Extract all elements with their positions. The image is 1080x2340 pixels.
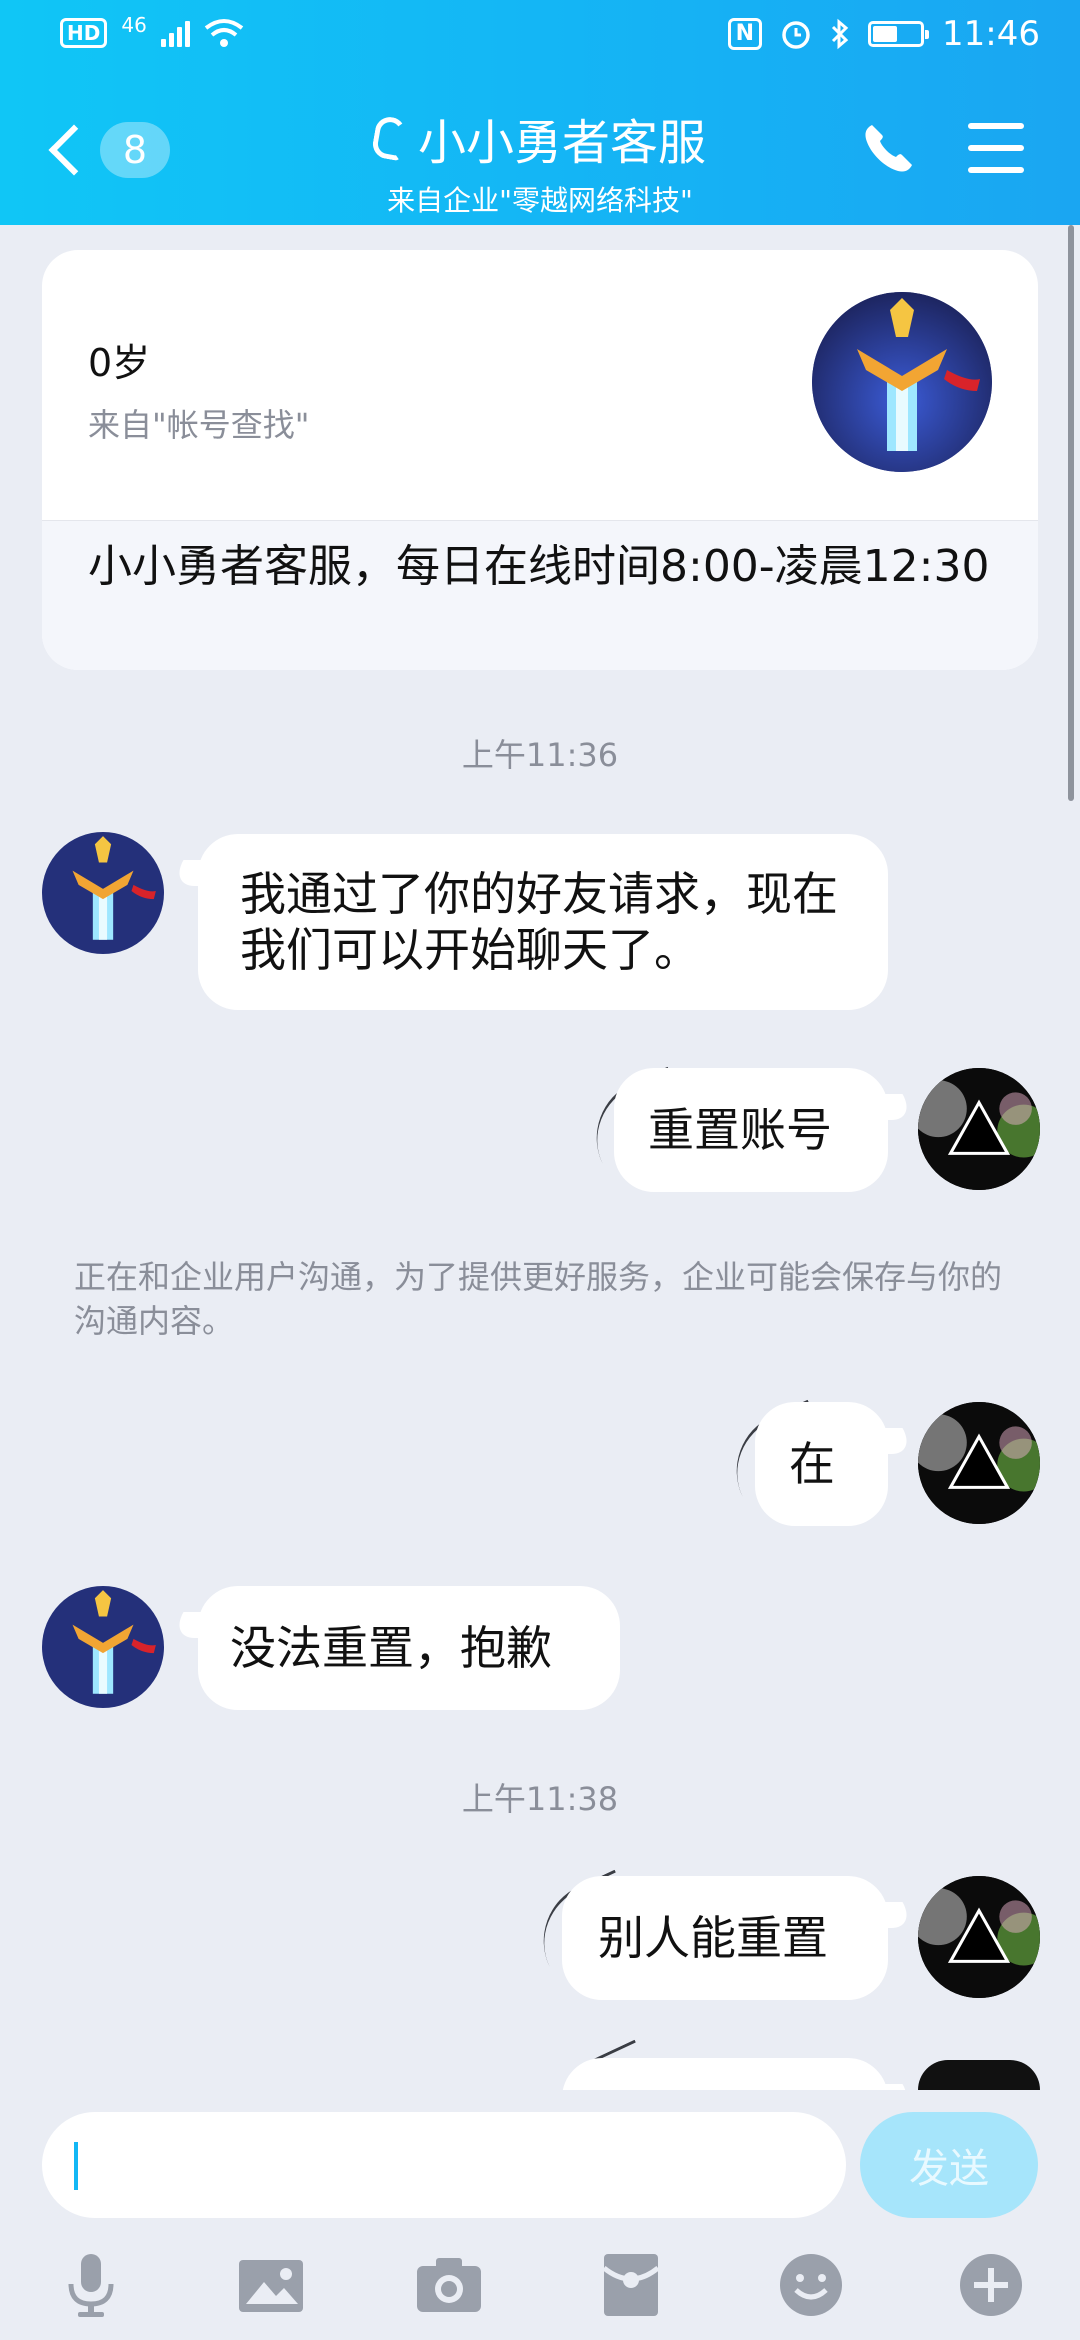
bluetooth-icon (831, 18, 849, 50)
battery-icon (868, 21, 930, 47)
emoji-icon[interactable] (776, 2250, 846, 2320)
red-envelope-icon[interactable] (596, 2250, 666, 2320)
user-avatar[interactable] (918, 1068, 1040, 1190)
profile-age: 0岁 (88, 341, 151, 385)
alarm-icon (782, 21, 810, 49)
earpiece-mode-icon[interactable] (370, 114, 408, 162)
hd-icon: HD (60, 18, 108, 48)
network-type: 46 (121, 13, 147, 37)
nfc-icon: N (727, 18, 763, 50)
camera-icon[interactable] (414, 2250, 484, 2320)
input-area: 发送 (0, 2090, 1080, 2340)
notice-text: 正在和企业用户沟通，为了提供更好服务，企业可能会保存与你的沟通内容。 (74, 1258, 1003, 1340)
signal-icon (160, 19, 190, 47)
contact-name: 小小勇者客服 (417, 115, 706, 171)
wifi-icon (204, 19, 244, 47)
header: HD 46 N 11:46 8 小小勇者客服 来自企业"零越网络科技" (0, 0, 1080, 225)
contact-avatar[interactable] (812, 292, 992, 472)
scrollbar[interactable] (1068, 225, 1074, 801)
nav-bar: 8 小小勇者客服 来自企业"零越网络科技" (0, 75, 1080, 225)
message-bubble-sent[interactable]: 在 (755, 1402, 888, 1526)
timestamp: 上午11:36 (461, 736, 619, 774)
menu-icon[interactable] (968, 123, 1024, 173)
profile-source: 来自"帐号查找" (88, 406, 310, 444)
message-bubble-sent[interactable]: 重置账号 (614, 1068, 888, 1192)
text-cursor (74, 2142, 78, 2190)
contact-avatar[interactable] (42, 1586, 164, 1708)
image-icon[interactable] (236, 2250, 306, 2320)
microphone-icon[interactable] (56, 2250, 126, 2320)
input-toolbar (0, 2240, 1080, 2340)
chat-title: 小小勇者客服 来自企业"零越网络科技" (0, 103, 1080, 219)
user-avatar[interactable] (918, 1402, 1040, 1524)
user-avatar[interactable] (918, 1876, 1040, 1998)
message-bubble-received[interactable]: 我通过了你的好友请求，现在我们可以开始聊天了。 (198, 834, 888, 1010)
message-input[interactable] (42, 2112, 846, 2218)
phone-icon[interactable] (858, 119, 918, 179)
clock: 11:46 (942, 14, 1040, 54)
contact-avatar[interactable] (42, 832, 164, 954)
plus-icon[interactable] (956, 2250, 1026, 2320)
profile-description: 小小勇者客服，每日在线时间8:00-凌晨12:30 (42, 520, 1038, 670)
contact-company: 来自企业"零越网络科技" (387, 184, 693, 217)
send-button[interactable]: 发送 (860, 2112, 1038, 2218)
profile-card[interactable]: 0岁 来自"帐号查找" 小小勇者客服，每日在线时间8:00-凌晨12:30 (42, 250, 1038, 670)
user-avatar-partial[interactable] (918, 2060, 1040, 2090)
status-bar: HD 46 N 11:46 (0, 0, 1080, 75)
message-bubble-received[interactable]: 没法重置，抱歉 (198, 1586, 620, 1710)
message-bubble-sent[interactable]: 别人能重置 (562, 1876, 888, 2000)
timestamp: 上午11:38 (461, 1780, 619, 1818)
